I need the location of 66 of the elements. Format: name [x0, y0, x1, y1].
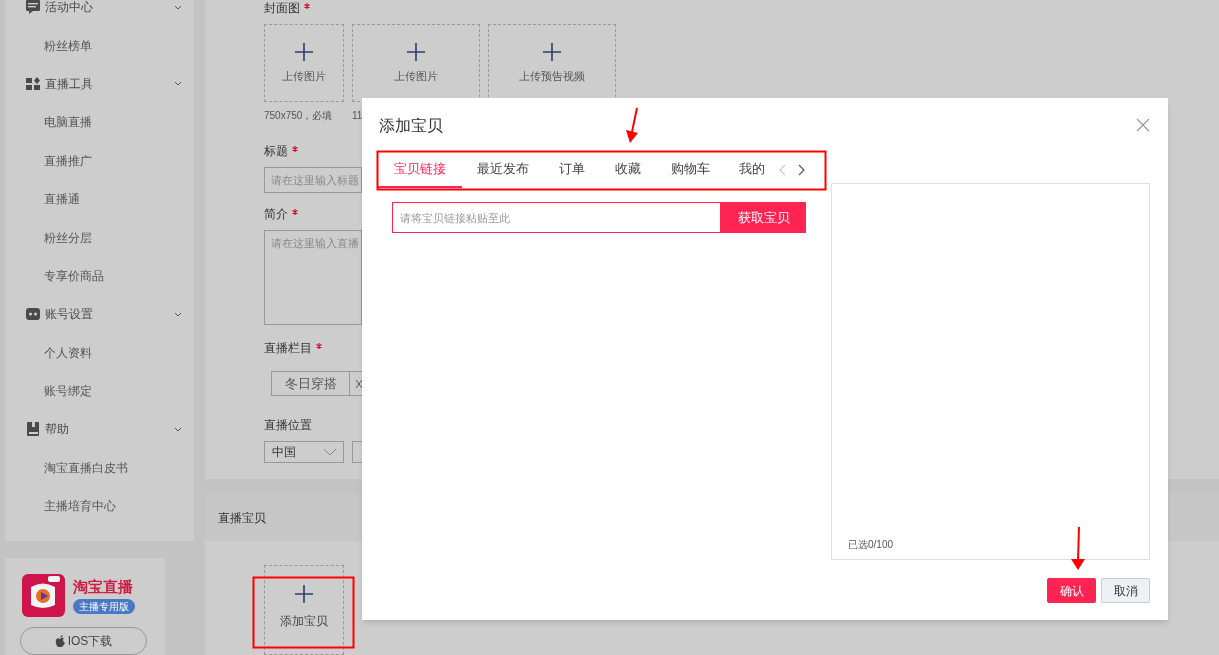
- title-input[interactable]: 请在这里输入标题: [264, 167, 362, 193]
- group-label: 活动中心: [45, 0, 94, 17]
- sidebar-item[interactable]: 专享价商品: [5, 256, 194, 296]
- plus-icon: [542, 41, 562, 62]
- tab[interactable]: 宝贝链接: [378, 152, 462, 188]
- sidebar-item[interactable]: 粉丝分层: [5, 218, 194, 257]
- sidebar-item[interactable]: 账号绑定: [5, 371, 194, 411]
- upload-caption: 750x750，必填: [264, 110, 333, 121]
- edition-badge: 主播专用版: [73, 598, 135, 614]
- sidebar-item[interactable]: 直播推广: [5, 141, 194, 180]
- group-label: 账号设置: [45, 306, 94, 324]
- tab[interactable]: 收藏: [600, 152, 656, 188]
- sidebar-item[interactable]: 直播通: [5, 179, 194, 219]
- upload-button[interactable]: 上传图片: [264, 24, 344, 102]
- chevron-icon: [174, 81, 182, 87]
- group-label: 直播工具: [45, 75, 94, 93]
- group-label: 帮助: [45, 421, 70, 439]
- book-icon: [25, 421, 41, 438]
- close-icon: [356, 379, 362, 388]
- confirm-button[interactable]: 确认: [1047, 578, 1096, 603]
- sidebar-item[interactable]: 个人资料: [5, 333, 194, 372]
- app-name: 淘宝直播: [73, 577, 133, 596]
- fetch-button[interactable]: 获取宝贝: [721, 202, 806, 233]
- tab[interactable]: 我的: [725, 152, 771, 188]
- plus-icon: [406, 41, 426, 62]
- sidebar-group[interactable]: 帮助: [5, 410, 194, 449]
- category-tag: 冬日穿搭: [271, 371, 350, 396]
- chevron-icon: [174, 427, 182, 432]
- sidebar-group[interactable]: 活动中心: [5, 0, 194, 27]
- chevron-right-icon: [798, 164, 805, 176]
- tab[interactable]: 订单: [544, 152, 600, 188]
- close-icon: [1136, 118, 1150, 132]
- close-button[interactable]: [1136, 118, 1150, 132]
- add-product-button[interactable]: 添加宝贝: [264, 565, 344, 655]
- country-select[interactable]: 中国: [264, 441, 344, 463]
- apple-icon: [54, 635, 65, 647]
- field-label: 直播栏目: [264, 340, 312, 356]
- plus-icon: [294, 41, 314, 62]
- sidebar-item[interactable]: 主播培育中心: [5, 487, 194, 526]
- field-label: 直播位置: [264, 417, 312, 433]
- annotation-arrow: [626, 107, 638, 143]
- sidebar-item[interactable]: 电脑直播: [5, 103, 194, 142]
- annotation-arrow: [1071, 526, 1085, 570]
- field-label: 封面图: [264, 0, 300, 16]
- sidebar-item[interactable]: 淘宝直播白皮书: [5, 448, 194, 488]
- grid-icon: [25, 75, 41, 92]
- link-input[interactable]: 请将宝贝链接粘贴至此: [392, 202, 721, 233]
- cancel-button[interactable]: 取消: [1101, 578, 1150, 603]
- field-label: 标题: [264, 143, 288, 159]
- tab[interactable]: 购物车: [656, 152, 725, 188]
- robot-face-icon: [25, 306, 41, 323]
- chevron-icon: [174, 4, 182, 10]
- chevron-icon: [174, 311, 182, 317]
- tab[interactable]: 最近发布: [462, 152, 544, 188]
- chevron-down-icon: [323, 448, 337, 456]
- dialog-title: 添加宝贝: [379, 116, 443, 136]
- sidebar-group[interactable]: 账号设置: [5, 295, 194, 334]
- field-label: 简介: [264, 206, 288, 222]
- plus-icon: [294, 584, 314, 604]
- chevron-left-icon: [779, 164, 786, 176]
- sidebar-group[interactable]: 直播工具: [5, 64, 194, 104]
- selected-count: 已选0/100: [848, 538, 895, 552]
- upload-caption: 11: [352, 110, 363, 121]
- intro-textarea[interactable]: 请在这里输入直播: [264, 230, 362, 325]
- sidebar-item[interactable]: 粉丝榜单: [5, 26, 194, 65]
- app-logo-icon: [22, 574, 65, 617]
